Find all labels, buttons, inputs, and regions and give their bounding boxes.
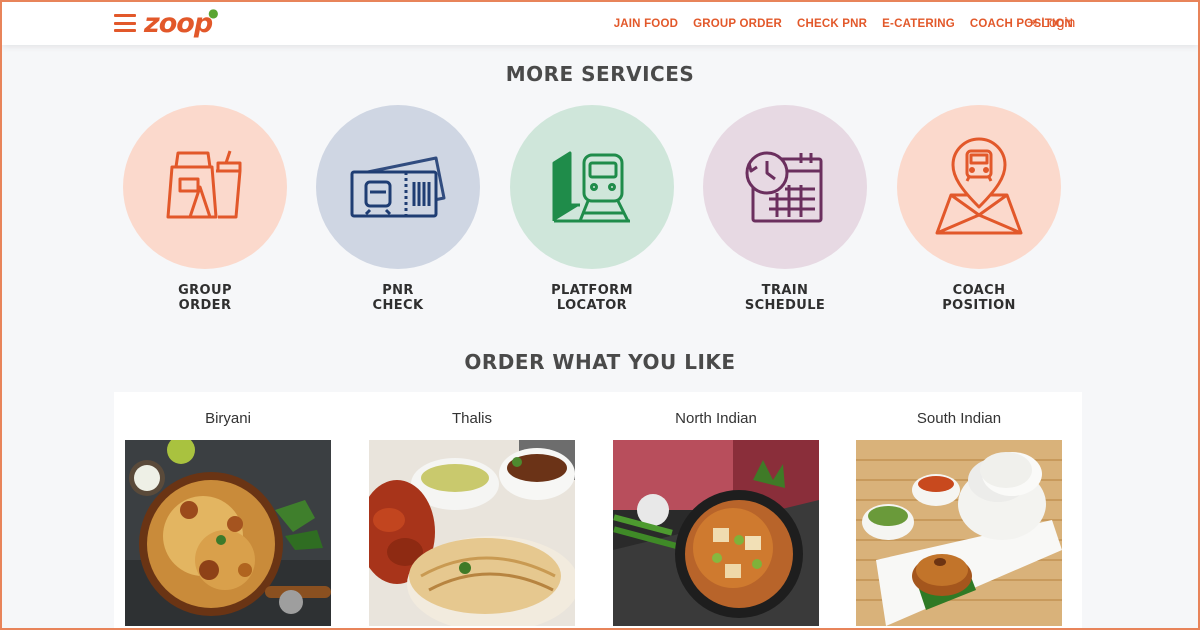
service-label: COACH POSITION [942, 283, 1016, 313]
category-thalis[interactable]: Thalis [369, 392, 575, 626]
north-indian-photo [613, 440, 819, 626]
service-circle [897, 105, 1061, 269]
leaf-icon: ● [208, 6, 219, 20]
category-name: North Indian [675, 410, 757, 427]
schedule-calendar-icon [745, 151, 823, 223]
service-circle [123, 105, 287, 269]
service-platform-locator[interactable]: PLATFORM LOCATOR [510, 105, 674, 313]
top-nav: JAIN FOOD GROUP ORDER CHECK PNR E-CATERI… [614, 2, 1073, 45]
service-label: GROUP ORDER [178, 283, 232, 313]
nav-e-catering[interactable]: E-CATERING [882, 18, 955, 30]
hamburger-menu-icon[interactable] [114, 12, 136, 34]
service-circle [703, 105, 867, 269]
categories-panel: Biryani Thalis North Indian South Indian [114, 392, 1082, 630]
more-services-title: MORE SERVICES [505, 62, 695, 86]
south-indian-photo [856, 440, 1062, 626]
thalis-photo [369, 440, 575, 626]
category-south-indian[interactable]: South Indian [856, 392, 1062, 626]
login-icon: ⇥ [1027, 15, 1038, 29]
zoop-logo[interactable]: zoop ● [144, 6, 222, 40]
service-circle [510, 105, 674, 269]
category-name: Thalis [451, 410, 492, 427]
service-label: PNR CHECK [372, 283, 424, 313]
service-coach-position[interactable]: COACH POSITION [897, 105, 1061, 313]
service-label: TRAIN SCHEDULE [744, 283, 826, 313]
service-train-schedule[interactable]: TRAIN SCHEDULE [703, 105, 867, 313]
service-label: PLATFORM LOCATOR [551, 283, 633, 313]
train-ticket-icon [350, 156, 446, 218]
category-north-indian[interactable]: North Indian [613, 392, 819, 626]
nav-group-order[interactable]: GROUP ORDER [693, 18, 782, 30]
category-name: Biryani [205, 410, 251, 427]
biryani-photo [125, 440, 331, 626]
nav-jain-food[interactable]: JAIN FOOD [614, 18, 678, 30]
top-header: zoop ● JAIN FOOD GROUP ORDER CHECK PNR E-… [2, 2, 1198, 45]
order-what-you-like-title: ORDER WHAT YOU LIKE [464, 350, 736, 374]
login-button[interactable]: ⇥ Login [1027, 14, 1075, 30]
nav-check-pnr[interactable]: CHECK PNR [797, 18, 867, 30]
service-group-order[interactable]: GROUP ORDER [123, 105, 287, 313]
service-circle [316, 105, 480, 269]
food-bag-icon [166, 150, 242, 219]
coach-map-pin-icon [935, 137, 1023, 235]
category-biryani[interactable]: Biryani [125, 392, 331, 626]
platform-train-icon [552, 151, 630, 223]
service-pnr-check[interactable]: PNR CHECK [316, 105, 480, 313]
login-label: Login [1041, 14, 1076, 30]
category-name: South Indian [916, 410, 1002, 427]
